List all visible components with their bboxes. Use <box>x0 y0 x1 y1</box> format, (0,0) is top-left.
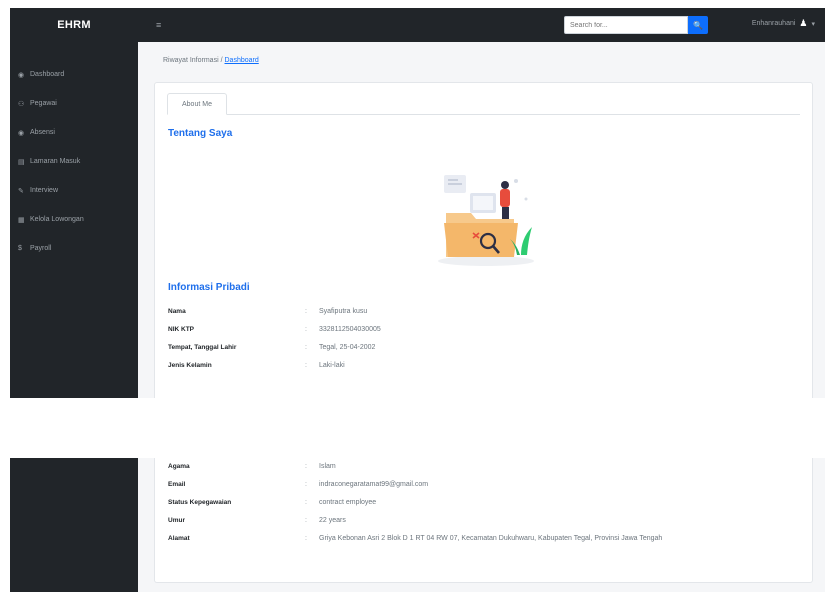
briefcase-icon: ▦ <box>18 216 25 224</box>
info-row-umur: Umur: 22 years <box>168 511 662 529</box>
dashboard-icon: ◉ <box>18 71 25 79</box>
topbar: ≡ 🔍 Enhanrauhani ♟ ▾ <box>138 8 825 42</box>
breadcrumb-link-dashboard[interactable]: Dashboard <box>225 57 259 64</box>
tab-bar: About Me <box>167 93 800 115</box>
sidebar-item-interview[interactable]: ✎ Interview <box>10 176 138 205</box>
sidebar-item-kelola-lowongan[interactable]: ▦ Kelola Lowongan <box>10 205 138 234</box>
info-row-email: Email: indraconegaratamat99@gmail.com <box>168 475 662 493</box>
info-label: Tempat, Tanggal Lahir <box>168 343 237 351</box>
info-value: 3328112504030005 <box>319 325 381 333</box>
info-value: indraconegaratamat99@gmail.com <box>319 480 429 488</box>
sidebar: EHRM ◉ Dashboard ⚇ Pegawai ◉ Absensi ▤ Lamar… <box>10 8 138 398</box>
sidebar-item-payroll[interactable]: $ Payroll <box>10 234 138 263</box>
info-value: Islam <box>319 462 336 470</box>
chevron-down-icon: ▾ <box>811 20 815 28</box>
sidebar-item-absensi[interactable]: ◉ Absensi <box>10 118 138 147</box>
info-label: Email <box>168 480 186 488</box>
personal-info-list-continued: Agama: Islam Email: indraconegaratamat99@g… <box>168 458 662 547</box>
about-title: Tentang Saya <box>168 128 233 139</box>
sidebar-continued <box>10 458 138 592</box>
personal-info-list: Nama: Syafiputra kusu NIK KTP: 33281125040… <box>168 302 381 374</box>
search-input[interactable] <box>564 16 688 34</box>
personal-info-title: Informasi Pribadi <box>168 282 250 293</box>
main-content: Riwayat Informasi / Dashboard About Me T… <box>138 42 825 398</box>
user-dropdown[interactable]: Enhanrauhani ♟ ▾ <box>752 18 815 29</box>
info-row-ttl: Tempat, Tanggal Lahir: Tegal, 25-04-2002 <box>168 338 381 356</box>
sidebar-item-dashboard[interactable]: ◉ Dashboard <box>10 60 138 89</box>
search-button[interactable]: 🔍 <box>688 16 708 34</box>
info-label: Agama <box>168 462 190 470</box>
info-label: Alamat <box>168 534 190 542</box>
info-separator: : <box>305 361 307 369</box>
calendar-icon: ◉ <box>18 129 25 137</box>
info-row-agama: Agama: Islam <box>168 458 662 475</box>
interview-icon: ✎ <box>18 187 24 195</box>
user-icon: ♟ <box>799 18 808 28</box>
info-separator: : <box>305 462 307 470</box>
info-separator: : <box>305 307 307 315</box>
sidebar-nav: ◉ Dashboard ⚇ Pegawai ◉ Absensi ▤ Lamaran Ma… <box>10 42 138 263</box>
info-separator: : <box>305 534 307 542</box>
info-label: NIK KTP <box>168 325 194 333</box>
info-label: Status Kepegawaian <box>168 498 232 506</box>
info-label: Nama <box>168 307 186 315</box>
search-icon: 🔍 <box>693 20 703 30</box>
info-row-status: Status Kepegawaian: contract employee <box>168 493 662 511</box>
info-label: Jenis Kelamin <box>168 361 212 369</box>
info-separator: : <box>305 516 307 524</box>
info-separator: : <box>305 343 307 351</box>
screenshot-bottom: Agama: Islam Email: indraconegaratamat99@g… <box>10 458 825 592</box>
info-separator: : <box>305 498 307 506</box>
money-icon: $ <box>18 245 22 252</box>
info-value: contract employee <box>319 498 377 506</box>
breadcrumb-current: Riwayat Informasi <box>163 57 219 64</box>
info-value: Tegal, 25-04-2002 <box>319 343 376 351</box>
user-name: Enhanrauhani <box>751 20 796 27</box>
info-value: 22 years <box>319 516 346 524</box>
breadcrumb-separator: / <box>220 57 223 64</box>
search-form: 🔍 <box>564 16 708 34</box>
profile-folder-illustration <box>438 175 534 266</box>
info-value: Laki-laki <box>319 361 345 369</box>
info-row-nama: Nama: Syafiputra kusu <box>168 302 381 320</box>
info-row-nik: NIK KTP: 3328112504030005 <box>168 320 381 338</box>
info-separator: : <box>305 325 307 333</box>
profile-card: About Me Tentang Saya Informasi Pribadi … <box>154 82 813 398</box>
inbox-icon: ▤ <box>18 158 25 166</box>
screenshot-top: EHRM ◉ Dashboard ⚇ Pegawai ◉ Absensi ▤ Lamar… <box>10 8 825 398</box>
info-row-jenis-kelamin: Jenis Kelamin: Laki-laki <box>168 356 381 374</box>
info-value: Syafiputra kusu <box>319 307 368 315</box>
sidebar-item-lamaran-masuk[interactable]: ▤ Lamaran Masuk <box>10 147 138 176</box>
info-value: Griya Kebonan Asri 2 Blok D 1 RT 04 RW 0… <box>319 534 663 542</box>
tab-about-me[interactable]: About Me <box>167 93 227 115</box>
breadcrumb: Riwayat Informasi / Dashboard <box>138 42 825 72</box>
users-icon: ⚇ <box>18 100 25 108</box>
info-separator: : <box>305 480 307 488</box>
profile-card-continued: Agama: Islam Email: indraconegaratamat99@g… <box>154 458 813 583</box>
menu-toggle-icon[interactable]: ≡ <box>156 20 161 30</box>
info-row-alamat: Alamat: Griya Kebonan Asri 2 Blok D 1 RT … <box>168 529 662 547</box>
sidebar-item-pegawai[interactable]: ⚇ Pegawai <box>10 89 138 118</box>
brand-logo[interactable]: EHRM <box>10 8 138 42</box>
info-label: Umur <box>168 516 185 524</box>
